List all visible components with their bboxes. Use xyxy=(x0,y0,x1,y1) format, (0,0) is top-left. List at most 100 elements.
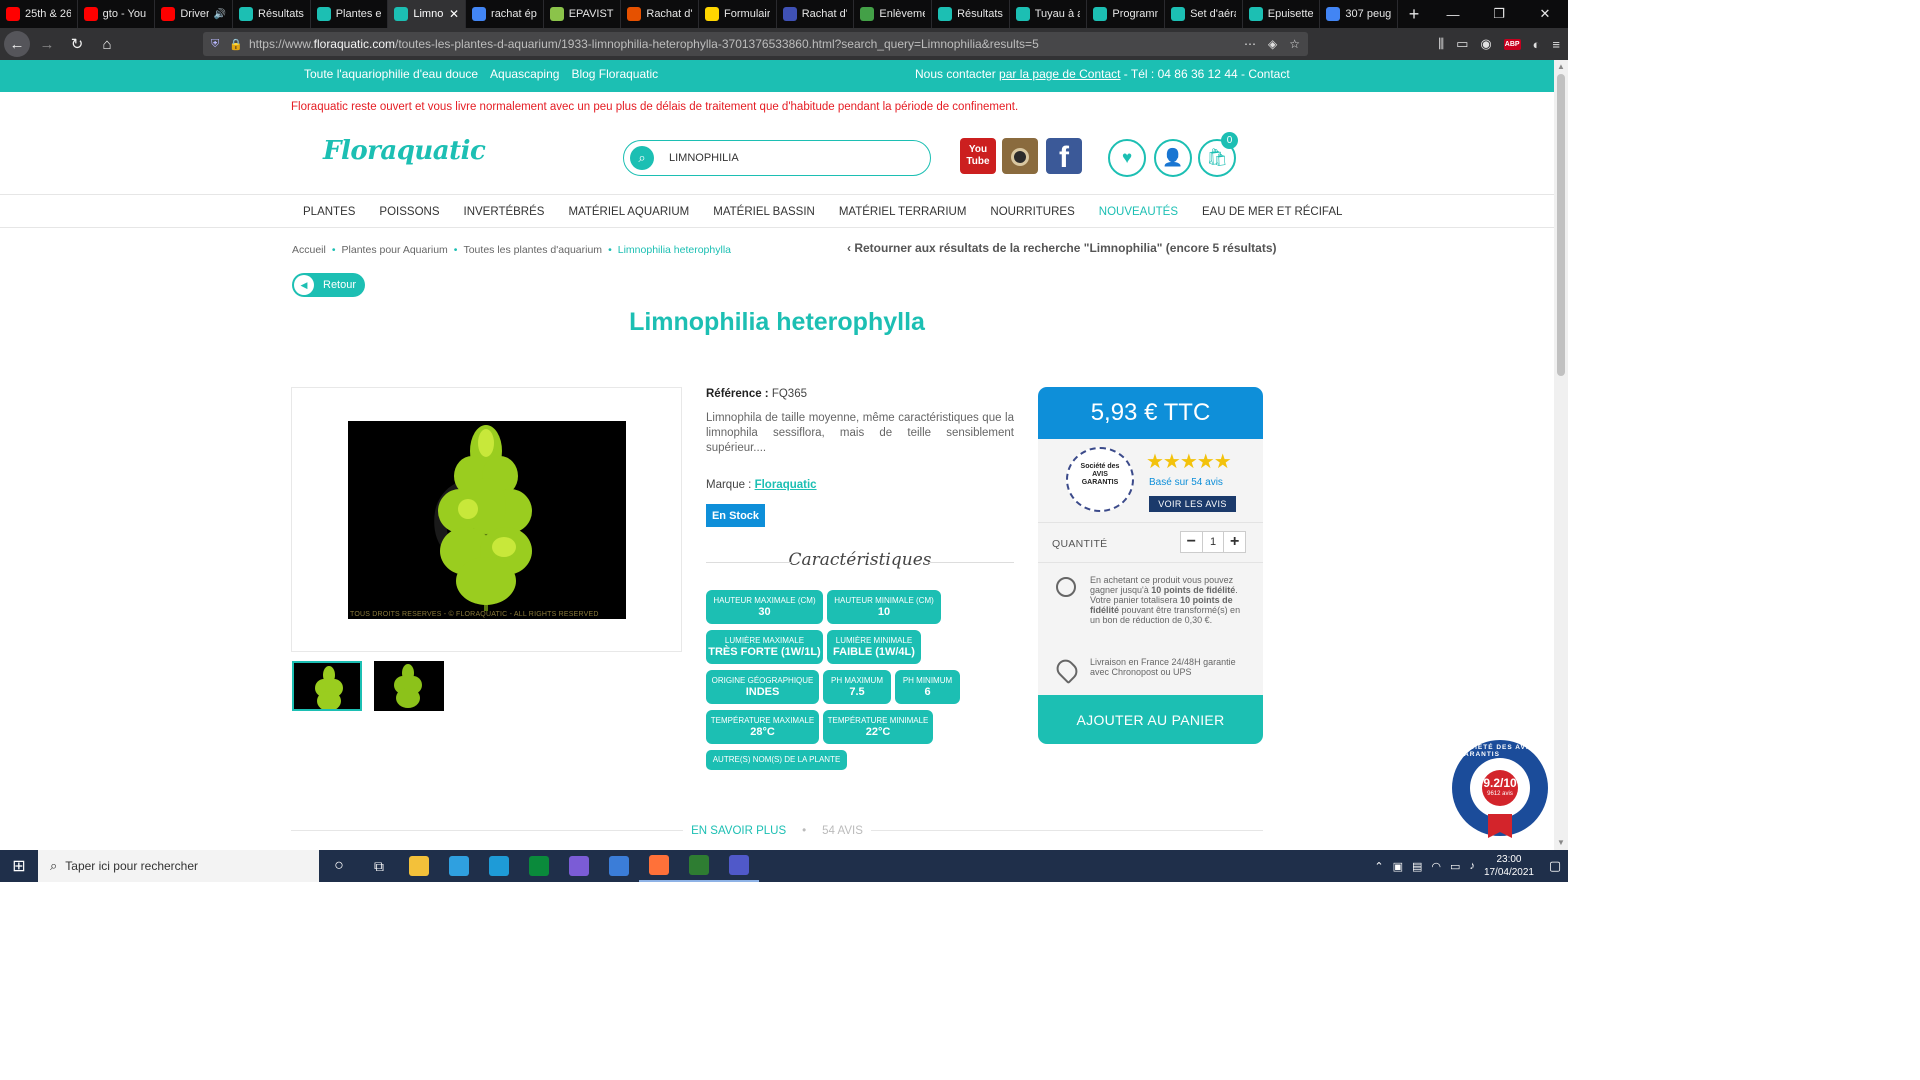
quantity-increase-button[interactable]: + xyxy=(1224,532,1245,552)
address-bar[interactable]: ⛨ 🔒 https://www.floraquatic.com/toutes-l… xyxy=(203,32,1308,56)
top-link[interactable]: Aquascaping xyxy=(490,67,559,81)
taskbar-app-icon[interactable] xyxy=(719,850,759,882)
menu-item[interactable]: MATÉRIEL BASSIN xyxy=(713,206,815,218)
tab-en-savoir-plus[interactable]: EN SAVOIR PLUS xyxy=(683,825,795,837)
pocket-icon[interactable]: ◈ xyxy=(1268,37,1277,51)
menu-item[interactable]: POISSONS xyxy=(379,206,439,218)
taskbar-app-icon[interactable] xyxy=(439,850,479,882)
contact-link[interactable]: par la page de Contact xyxy=(999,67,1120,81)
close-window-button[interactable]: ✕ xyxy=(1522,0,1568,28)
search-box[interactable]: ⌕ xyxy=(623,140,931,176)
battery-icon[interactable]: ▭ xyxy=(1450,860,1460,873)
browser-tab[interactable]: gto - You xyxy=(78,0,156,28)
breadcrumb-item[interactable]: Accueil xyxy=(292,244,326,256)
breadcrumb-item[interactable]: Toutes les plantes d'aquarium xyxy=(463,244,602,256)
browser-tab[interactable]: Limno ✕ xyxy=(388,0,467,28)
top-link[interactable]: Blog Floraquatic xyxy=(571,67,658,81)
sidebar-icon[interactable]: ▭ xyxy=(1456,36,1468,52)
forward-button[interactable]: → xyxy=(34,31,60,57)
scrollbar-thumb[interactable] xyxy=(1557,74,1565,376)
instagram-icon[interactable] xyxy=(1002,138,1038,174)
product-thumbnail[interactable] xyxy=(292,661,362,711)
taskbar-app-icon[interactable] xyxy=(399,850,439,882)
add-to-cart-button[interactable]: AJOUTER AU PANIER xyxy=(1038,695,1263,744)
taskbar-app-icon[interactable] xyxy=(479,850,519,882)
browser-tab[interactable]: Formulair xyxy=(699,0,777,28)
tray-folder-icon[interactable]: ▤ xyxy=(1412,860,1422,873)
back-to-results-link[interactable]: ‹ Retourner aux résultats de la recherch… xyxy=(847,241,1277,255)
wishlist-heart-icon[interactable]: ♥ xyxy=(1108,139,1146,177)
quantity-decrease-button[interactable]: − xyxy=(1181,532,1202,552)
menu-item[interactable]: PLANTES xyxy=(303,206,355,218)
taskbar-clock[interactable]: 23:00 17/04/2021 xyxy=(1484,853,1534,879)
home-button[interactable]: ⌂ xyxy=(94,31,120,57)
bookmark-star-icon[interactable]: ☆ xyxy=(1289,37,1300,51)
menu-item[interactable]: EAU DE MER ET RÉCIFAL xyxy=(1202,206,1342,218)
search-icon[interactable]: ⌕ xyxy=(630,146,654,170)
menu-item[interactable]: INVERTÉBRÉS xyxy=(464,206,545,218)
back-button[interactable]: ← xyxy=(4,31,30,57)
browser-tab[interactable]: Set d'aéra xyxy=(1165,0,1243,28)
browser-tab[interactable]: Résultats xyxy=(233,0,311,28)
taskbar-app-icon[interactable] xyxy=(679,850,719,882)
volume-icon[interactable]: ♪ xyxy=(1469,860,1475,872)
taskbar-app-icon[interactable] xyxy=(599,850,639,882)
facebook-icon[interactable]: f xyxy=(1046,138,1082,174)
taskbar-app-icon[interactable] xyxy=(639,850,679,882)
site-logo[interactable]: Floraquatic xyxy=(323,136,486,166)
adblock-icon[interactable]: ABP xyxy=(1503,38,1521,50)
breadcrumb-item[interactable]: Plantes pour Aquarium xyxy=(342,244,448,256)
menu-item[interactable]: MATÉRIEL AQUARIUM xyxy=(568,206,689,218)
taskbar-app-icon[interactable] xyxy=(519,850,559,882)
browser-tab[interactable]: Epuisette xyxy=(1243,0,1321,28)
browser-tab[interactable]: Résultats xyxy=(932,0,1010,28)
retour-button[interactable]: ◀ Retour xyxy=(292,273,365,297)
top-link[interactable]: Toute l'aquariophilie d'eau douce xyxy=(304,67,478,81)
reviews-score-badge[interactable]: SOCIÉTÉ DES AVIS GARANTIS 9.2/10 9612 avi… xyxy=(1452,740,1548,838)
taskbar-app-icon[interactable] xyxy=(559,850,599,882)
close-tab-icon[interactable]: ✕ xyxy=(449,7,459,21)
menu-item[interactable]: NOUVEAUTÉS xyxy=(1099,206,1178,218)
tray-chevron-icon[interactable]: ⌃ xyxy=(1374,860,1383,873)
quantity-input[interactable]: 1 xyxy=(1201,532,1225,552)
taskbar-search[interactable]: ⌕ Taper ici pour rechercher xyxy=(38,850,319,882)
browser-tab[interactable]: rachat ép xyxy=(466,0,544,28)
reload-button[interactable]: ↻ xyxy=(64,31,90,57)
browser-tab[interactable]: Programn xyxy=(1087,0,1166,28)
speaker-icon[interactable]: 🔊 xyxy=(214,9,226,20)
browser-tab[interactable]: 25th & 26 xyxy=(0,0,78,28)
new-tab-button[interactable]: + xyxy=(1398,0,1430,28)
library-icon[interactable]: ⫼ xyxy=(1438,36,1444,52)
browser-tab[interactable]: Rachat d' xyxy=(777,0,855,28)
browser-tab[interactable]: Rachat d' xyxy=(621,0,700,28)
product-thumbnail[interactable] xyxy=(374,661,444,711)
tab-avis[interactable]: 54 AVIS xyxy=(814,825,871,837)
extension-icon[interactable]: ◐ xyxy=(1533,37,1541,52)
restore-button[interactable]: ❐ xyxy=(1476,0,1522,28)
breadcrumb-item[interactable]: Limnophilia heterophylla xyxy=(618,244,731,256)
minimize-button[interactable]: — xyxy=(1430,0,1476,28)
browser-tab[interactable]: Enlèveme xyxy=(854,0,933,28)
notification-icon[interactable]: ▢ xyxy=(1542,858,1568,874)
lock-icon[interactable]: 🔒 xyxy=(229,38,243,51)
windows-start-icon[interactable]: ⊞ xyxy=(0,850,38,882)
account-icon[interactable]: ◉ xyxy=(1480,36,1491,52)
product-main-image[interactable]: Q TOUS DRO xyxy=(348,421,626,619)
tracking-shield-icon[interactable]: ⛨ xyxy=(211,38,219,51)
browser-tab[interactable]: 307 peug xyxy=(1320,0,1399,28)
youtube-icon[interactable]: You Tube xyxy=(960,138,996,174)
menu-item[interactable]: NOURRITURES xyxy=(990,206,1074,218)
page-scrollbar[interactable]: ▲ ▼ xyxy=(1554,60,1568,850)
wifi-icon[interactable]: ◠ xyxy=(1431,860,1441,873)
browser-tab[interactable]: Driver 🔊 xyxy=(155,0,234,28)
page-actions-icon[interactable]: ⋯ xyxy=(1244,37,1256,51)
browser-tab[interactable]: Plantes et xyxy=(311,0,389,28)
menu-hamburger-icon[interactable]: ≡ xyxy=(1552,37,1560,52)
brand-link[interactable]: Floraquatic xyxy=(755,479,817,491)
view-reviews-button[interactable]: VOIR LES AVIS xyxy=(1149,496,1236,512)
browser-tab[interactable]: EPAVISTE xyxy=(544,0,622,28)
user-account-icon[interactable]: 👤 xyxy=(1154,139,1192,177)
tray-device-icon[interactable]: ▣ xyxy=(1393,860,1403,873)
menu-item[interactable]: MATÉRIEL TERRARIUM xyxy=(839,206,967,218)
search-input[interactable] xyxy=(669,152,899,164)
